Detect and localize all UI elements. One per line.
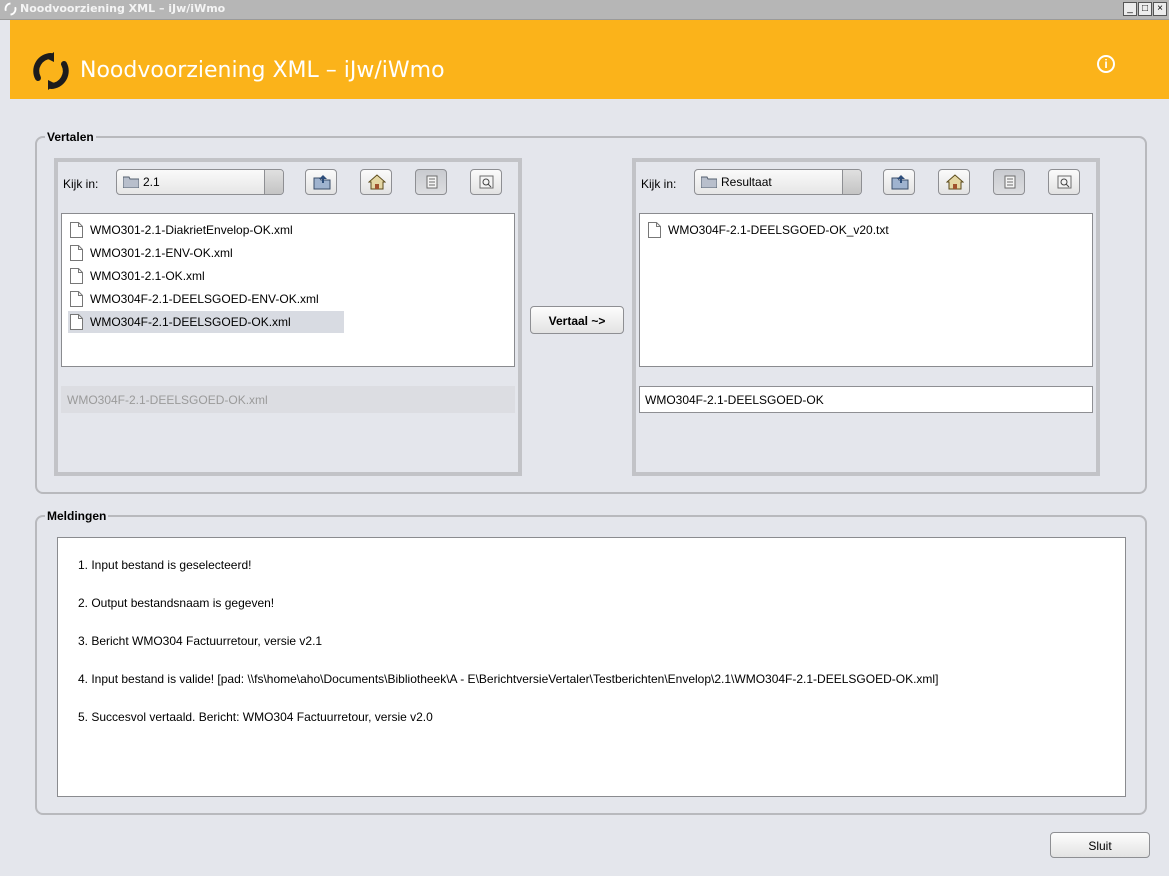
maximize-button[interactable]: □ [1138,2,1152,16]
file-icon [70,245,83,261]
info-icon[interactable]: i [1097,55,1115,73]
app-title: Noodvoorziening XML – iJw/iWmo [80,58,445,83]
message-item: 3. Bericht WMO304 Factuurretour, versie … [78,634,323,648]
minimize-button[interactable]: _ [1123,2,1137,16]
file-list-item[interactable]: WMO304F-2.1-DEELSGOED-OK_v20.txt [646,219,936,241]
sluit-button[interactable]: Sluit [1050,832,1150,858]
file-list-item[interactable]: WMO301-2.1-OK.xml [68,265,238,287]
folder-icon [123,176,139,188]
output-folder-select[interactable]: Resultaat [694,169,862,195]
input-filename-value: WMO304F-2.1-DEELSGOED-OK.xml [67,393,268,407]
chevron-down-icon [842,170,861,194]
file-list-item[interactable]: WMO304F-2.1-DEELSGOED-OK.xml [68,311,344,333]
home-icon [368,174,386,190]
file-name-label: WMO304F-2.1-DEELSGOED-OK.xml [90,315,291,329]
window-titlebar: Noodvoorziening XML – iJw/iWmo _ □ × [0,0,1169,20]
file-list-item[interactable]: WMO301-2.1-ENV-OK.xml [68,242,258,264]
file-list-item[interactable]: WMO304F-2.1-DEELSGOED-ENV-OK.xml [68,288,368,310]
vertaal-button-label: Vertaal ~> [548,314,606,328]
file-icon [648,222,661,238]
input-folder-value: 2.1 [143,175,160,189]
vertaal-button[interactable]: Vertaal ~> [530,306,624,334]
list-view-button[interactable] [415,169,447,195]
file-name-label: WMO304F-2.1-DEELSGOED-OK_v20.txt [668,223,889,237]
file-name-label: WMO301-2.1-OK.xml [90,269,205,283]
vertalen-legend: Vertalen [45,130,96,144]
input-folder-select[interactable]: 2.1 [116,169,284,195]
file-name-label: WMO301-2.1-ENV-OK.xml [90,246,233,260]
message-item: 5. Succesvol vertaald. Bericht: WMO304 F… [78,710,433,724]
list-view-icon [426,175,438,189]
messages-area[interactable]: 1. Input bestand is geselecteerd! 2. Outp… [57,537,1126,797]
file-icon [70,222,83,238]
input-file-list[interactable]: WMO301-2.1-DiakrietEnvelop-OK.xml WMO301-… [61,213,515,367]
file-name-label: WMO304F-2.1-DEELSGOED-ENV-OK.xml [90,292,319,306]
output-file-list[interactable]: WMO304F-2.1-DEELSGOED-OK_v20.txt [639,213,1093,367]
folder-icon [701,176,717,188]
file-list-item[interactable]: WMO301-2.1-DiakrietEnvelop-OK.xml [68,219,338,241]
file-icon [70,268,83,284]
up-folder-button[interactable] [305,169,337,195]
up-folder-button[interactable] [883,169,915,195]
output-folder-value: Resultaat [721,175,772,189]
message-item: 4. Input bestand is valide! [pad: \\fs\h… [78,672,939,686]
home-button[interactable] [360,169,392,195]
home-button[interactable] [938,169,970,195]
sluit-button-label: Sluit [1088,839,1112,853]
details-view-icon [479,175,494,189]
list-view-button[interactable] [993,169,1025,195]
message-item: 1. Input bestand is geselecteerd! [78,558,252,572]
meldingen-legend: Meldingen [45,509,109,523]
kijk-in-label: Kijk in: [63,177,99,191]
kijk-in-label: Kijk in: [641,177,677,191]
file-icon [70,291,83,307]
file-icon [70,314,83,330]
output-filename-field[interactable]: WMO304F-2.1-DEELSGOED-OK [639,386,1093,413]
details-view-icon [1057,175,1072,189]
app-header: Noodvoorziening XML – iJw/iWmo i [10,20,1169,99]
app-icon [4,2,17,16]
output-file-chooser: Kijk in: Resultaat WMO304F-2.1-DEELSGOED… [632,158,1100,476]
window-title: Noodvoorziening XML – iJw/iWmo [20,2,226,15]
app-logo-icon [33,52,69,90]
input-filename-field[interactable]: WMO304F-2.1-DEELSGOED-OK.xml [61,386,515,413]
details-view-button[interactable] [470,169,502,195]
list-view-icon [1004,175,1016,189]
details-view-button[interactable] [1048,169,1080,195]
output-filename-value: WMO304F-2.1-DEELSGOED-OK [645,393,824,407]
message-item: 2. Output bestandsnaam is gegeven! [78,596,275,610]
home-icon [946,174,964,190]
chevron-down-icon [264,170,283,194]
file-name-label: WMO301-2.1-DiakrietEnvelop-OK.xml [90,223,293,237]
up-folder-icon [313,175,331,190]
input-file-chooser: Kijk in: 2.1 WMO301-2.1-DiakrietEnvelop-… [54,158,522,476]
up-folder-icon [891,175,909,190]
close-window-button[interactable]: × [1153,2,1167,16]
